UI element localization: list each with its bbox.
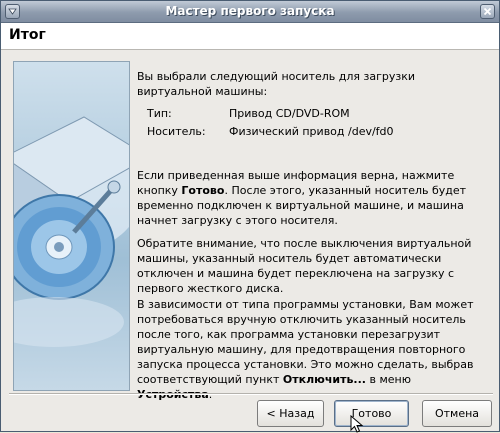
finish-button[interactable]: Готово: [334, 400, 409, 427]
page-title: Итог: [9, 27, 46, 43]
cancel-button[interactable]: Отмена: [422, 400, 492, 427]
button-separator: [9, 393, 493, 395]
back-button[interactable]: < Назад: [257, 400, 324, 427]
type-value: Привод CD/DVD-ROM: [229, 107, 350, 120]
para1-bold: Готово: [181, 184, 225, 197]
window-title: Мастер первого запуска: [165, 4, 335, 18]
paragraph-confirm: Если приведенная выше информация верна, …: [137, 168, 483, 228]
media-label: Носитель:: [147, 125, 206, 138]
close-icon[interactable]: [480, 4, 495, 19]
page-header: Итог: [1, 23, 499, 50]
wizard-window: Мастер первого запуска Итог Вы выбрали с…: [0, 0, 500, 433]
media-value: Физический привод /dev/fd0: [229, 125, 394, 138]
type-label: Тип:: [147, 107, 172, 120]
type-row: Тип: Привод CD/DVD-ROM: [147, 107, 477, 123]
summary-text: Вы выбрали следующий носитель для загруз…: [137, 69, 481, 99]
para3-bold-detach: Отключить...: [282, 373, 366, 386]
wizard-content: Вы выбрали следующий носитель для загруз…: [13, 61, 489, 401]
intro-text: Вы выбрали следующий носитель для загруз…: [137, 70, 416, 98]
title-bar[interactable]: Мастер первого запуска: [1, 1, 499, 23]
para3-mid: в меню: [365, 373, 411, 386]
paragraph-manual-detach: В зависимости от типа программы установк…: [137, 297, 483, 402]
media-row: Носитель: Физический привод /dev/fd0: [147, 125, 477, 141]
paragraph-note: Обратите внимание, что после выключения …: [137, 237, 472, 295]
mouse-pointer-icon: [350, 415, 364, 433]
hard-disk-illustration: [13, 61, 130, 391]
